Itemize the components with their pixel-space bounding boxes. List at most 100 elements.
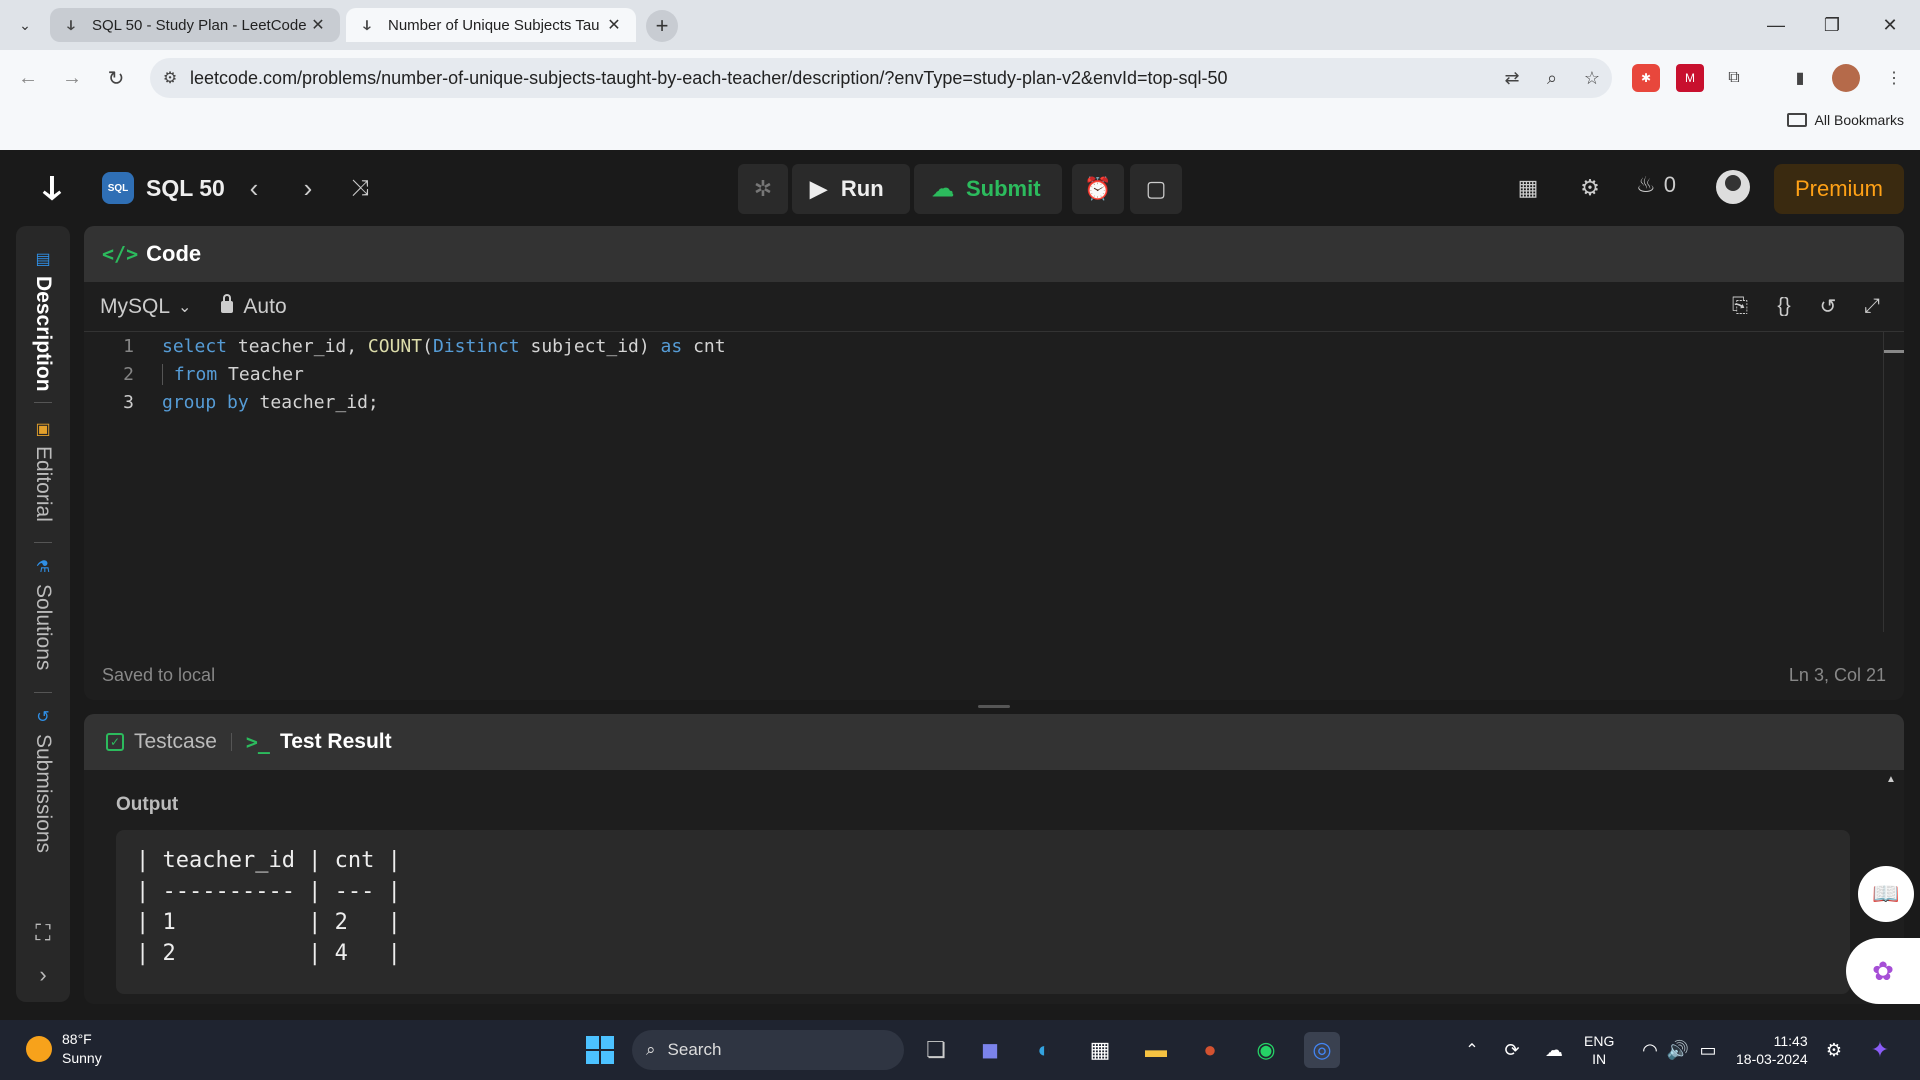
- url-text[interactable]: leetcode.com/problems/number-of-unique-s…: [190, 68, 1492, 89]
- reader-book-icon[interactable]: 📖: [1858, 866, 1914, 922]
- run-button[interactable]: ▶ Run: [792, 164, 910, 214]
- rail-tab-submissions[interactable]: ↺ Submissions: [16, 706, 70, 853]
- code-editor[interactable]: 1 select teacher_id, COUNT(Distinct subj…: [84, 332, 1880, 632]
- shuffle-icon[interactable]: ⤨: [344, 172, 376, 204]
- tab-test-result[interactable]: >_ Test Result: [246, 730, 392, 754]
- line-number: 3: [123, 391, 134, 413]
- editor-scrollbar[interactable]: [1883, 332, 1884, 632]
- next-problem-icon[interactable]: ›: [292, 172, 324, 204]
- reload-icon[interactable]: ↻: [100, 62, 132, 94]
- language-select[interactable]: MySQL ⌄: [100, 295, 191, 319]
- system-clock[interactable]: 11:43 18-03-2024: [1736, 1020, 1808, 1080]
- rail-tab-label: Description: [32, 276, 55, 392]
- browser-tabstrip: ⌄ ↆ SQL 50 - Study Plan - LeetCode ✕ ↆ N…: [0, 0, 1920, 50]
- bookmark-star-icon[interactable]: ☆: [1572, 68, 1612, 89]
- fullscreen-icon[interactable]: ⛶: [16, 920, 70, 946]
- back-icon[interactable]: ←: [12, 62, 44, 94]
- rail-tab-description[interactable]: ▤ Description: [16, 248, 70, 392]
- chrome-icon[interactable]: ◎: [1304, 1032, 1340, 1068]
- leetcode-header: ↆ SQL SQL 50 ‹ › ⤨ ✲ ▶ Run ☁ Submit ⏰ ▢ …: [0, 150, 1920, 226]
- maximize-icon[interactable]: ⤢: [1860, 292, 1884, 320]
- leetcode-logo-icon[interactable]: ↆ: [36, 169, 68, 207]
- profile-avatar[interactable]: [1832, 64, 1860, 92]
- panel-resize-handle[interactable]: [978, 705, 1010, 708]
- streak-counter[interactable]: ♨ 0: [1636, 172, 1676, 198]
- function-name: COUNT: [367, 335, 423, 357]
- file-explorer-icon[interactable]: ▬: [1138, 1032, 1174, 1068]
- auto-mode[interactable]: Auto: [221, 293, 287, 319]
- language-label: MySQL: [100, 294, 171, 318]
- tab-title: SQL 50 - Study Plan - LeetCode: [92, 16, 307, 34]
- tab-search-chevron-icon[interactable]: ⌄: [14, 14, 36, 36]
- left-tab-rail: ▤ Description ▣ Editorial ⚗ Solutions ↺ …: [16, 226, 70, 1002]
- close-tab-icon[interactable]: ✕: [604, 15, 624, 35]
- leetcode-favicon-icon: ↆ: [363, 16, 371, 33]
- new-tab-button[interactable]: +: [646, 10, 678, 42]
- tab-testcase-label: Testcase: [134, 730, 217, 753]
- scroll-up-icon[interactable]: ▲: [1884, 774, 1898, 785]
- powerpoint-icon[interactable]: ●: [1192, 1032, 1228, 1068]
- browser-menu-icon[interactable]: ⋮: [1880, 64, 1908, 92]
- checkbox-icon: ✓: [106, 733, 124, 751]
- sync-icon[interactable]: ⟳: [1494, 1032, 1530, 1068]
- restore-icon[interactable]: ❐: [1812, 10, 1852, 40]
- windows-start-icon[interactable]: [582, 1032, 618, 1068]
- close-tab-icon[interactable]: ✕: [308, 15, 328, 35]
- timer-button[interactable]: ⏰: [1072, 164, 1124, 214]
- minimize-icon[interactable]: —: [1756, 10, 1796, 40]
- show-hidden-icons[interactable]: ⌃: [1454, 1032, 1490, 1068]
- whatsapp-icon[interactable]: ◉: [1248, 1032, 1284, 1068]
- expand-rail-icon[interactable]: ›: [16, 962, 70, 988]
- format-braces-icon[interactable]: {}: [1772, 292, 1796, 320]
- reset-icon[interactable]: ↺: [1816, 292, 1840, 320]
- tab-testcase[interactable]: ✓ Testcase: [106, 730, 217, 754]
- browser-tab-problem[interactable]: ↆ Number of Unique Subjects Tau ✕: [346, 8, 636, 42]
- output-line: | 2 | 4 |: [136, 941, 401, 966]
- browser-tab-study-plan[interactable]: ↆ SQL 50 - Study Plan - LeetCode ✕: [50, 8, 340, 42]
- sun-icon: [26, 1036, 52, 1062]
- side-panel-icon[interactable]: ▮: [1786, 64, 1814, 92]
- edge-icon[interactable]: ◐: [1026, 1032, 1062, 1068]
- taskbar-search[interactable]: ⌕ Search: [632, 1030, 904, 1070]
- teams-icon[interactable]: ◼: [972, 1032, 1008, 1068]
- ai-brain-icon[interactable]: ✿: [1846, 938, 1920, 1004]
- code-line: 1 select teacher_id, COUNT(Distinct subj…: [84, 332, 1880, 360]
- prev-problem-icon[interactable]: ‹: [238, 172, 270, 204]
- weather-widget[interactable]: 88°F Sunny: [26, 1030, 102, 1068]
- forward-icon[interactable]: →: [56, 62, 88, 94]
- user-avatar[interactable]: [1716, 170, 1750, 204]
- address-bar[interactable]: ⚙ leetcode.com/problems/number-of-unique…: [150, 58, 1612, 98]
- task-view-icon[interactable]: ❏: [918, 1032, 954, 1068]
- editor-toolbar: MySQL ⌄ Auto ⎘ {} ↺ ⤢: [84, 282, 1904, 332]
- code-text: cnt: [682, 335, 726, 357]
- windows-taskbar: 88°F Sunny ⌕ Search ❏ ◼ ◐ ▦ ▬ ● ◉ ◎ ⌃ ⟳ …: [0, 1020, 1920, 1080]
- plan-title[interactable]: SQL 50: [146, 175, 225, 202]
- zoom-icon[interactable]: ⌕: [1532, 68, 1572, 89]
- settings-gear-icon[interactable]: ⚙: [1574, 172, 1606, 204]
- battery-icon[interactable]: ▭: [1690, 1032, 1726, 1068]
- translate-icon[interactable]: ⇄: [1492, 68, 1532, 89]
- code-panel-title: Code: [146, 241, 202, 266]
- language-indicator[interactable]: ENG IN: [1584, 1020, 1614, 1080]
- debug-button[interactable]: ✲: [738, 164, 788, 214]
- notes-button[interactable]: ▢: [1130, 164, 1182, 214]
- site-info-icon[interactable]: ⚙: [150, 68, 190, 88]
- rail-tab-solutions[interactable]: ⚗ Solutions: [16, 556, 70, 670]
- extensions-puzzle-icon[interactable]: ⧉: [1720, 64, 1748, 92]
- line-number: 2: [123, 363, 134, 385]
- notification-settings-icon[interactable]: ⚙: [1816, 1032, 1852, 1068]
- layout-icon[interactable]: ▦: [1512, 172, 1544, 204]
- tab-test-result-label: Test Result: [279, 730, 392, 753]
- all-bookmarks[interactable]: All Bookmarks: [1786, 112, 1904, 128]
- close-window-icon[interactable]: ✕: [1870, 10, 1910, 40]
- extension-m-icon[interactable]: M: [1676, 64, 1704, 92]
- rail-tab-editorial[interactable]: ▣ Editorial: [16, 418, 70, 522]
- bookmark-icon[interactable]: ⎘: [1728, 292, 1752, 320]
- copilot-icon[interactable]: ✦: [1862, 1032, 1898, 1068]
- store-icon[interactable]: ▦: [1082, 1032, 1118, 1068]
- submit-button[interactable]: ☁ Submit: [914, 164, 1062, 214]
- code-text: teacher_id;: [248, 391, 379, 413]
- premium-button[interactable]: Premium: [1774, 164, 1904, 214]
- onedrive-icon[interactable]: ☁: [1536, 1032, 1572, 1068]
- extension-red-icon[interactable]: ✱: [1632, 64, 1660, 92]
